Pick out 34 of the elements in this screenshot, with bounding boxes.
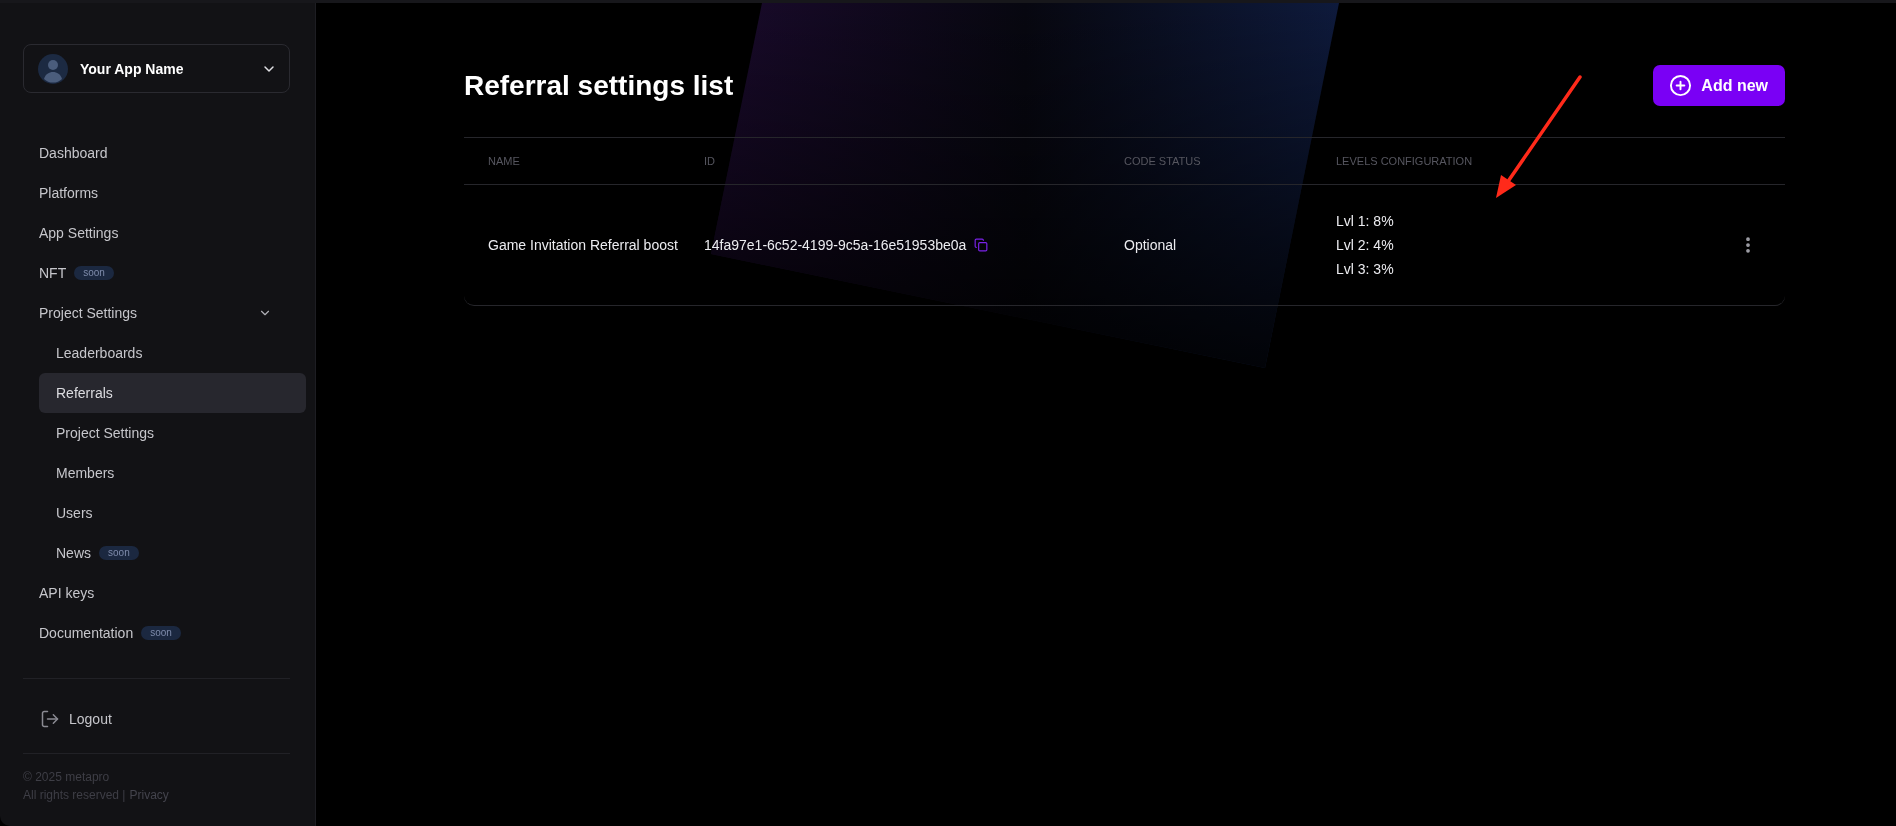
soon-badge: soon <box>99 546 139 560</box>
nav-subitem[interactable]: Referrals <box>39 373 306 413</box>
page-title: Referral settings list <box>464 69 734 102</box>
column-header: ID <box>704 155 715 167</box>
column-header: NAME <box>488 155 520 167</box>
copy-icon[interactable] <box>974 238 989 252</box>
avatar-icon <box>38 53 68 84</box>
add-new-button[interactable]: Add new <box>1653 65 1785 106</box>
nav-item[interactable]: Dashboard <box>23 133 306 173</box>
soon-badge: soon <box>141 626 181 640</box>
nav-subitem[interactable]: Leaderboards <box>39 333 306 373</box>
nav-item[interactable]: Platforms <box>23 173 306 213</box>
nav-subitem[interactable]: News soon <box>39 533 306 573</box>
level-value: Lvl 2: 4% <box>1336 236 1394 255</box>
soon-badge: soon <box>74 266 114 280</box>
nav-item[interactable]: Project Settings <box>23 293 306 333</box>
table-cell: 14fa97e1-6c52-4199-9c5a-16e51953be0a <box>704 237 967 253</box>
nav-item[interactable]: App Settings <box>23 213 306 253</box>
nav-item[interactable]: Documentation soon <box>23 613 306 653</box>
logout-icon <box>40 709 60 729</box>
column-header: LEVELS CONFIGURATION <box>1336 155 1473 167</box>
nav-subitem[interactable]: Members <box>39 453 306 493</box>
nav-item[interactable]: API keys <box>23 573 306 613</box>
table-cell: Game Invitation Referral boost <box>488 237 678 253</box>
nav-item[interactable]: NFT soon <box>23 253 306 293</box>
nav-subitem[interactable]: Project Settings <box>39 413 306 453</box>
app-selector[interactable]: Your App Name <box>23 44 290 93</box>
column-header: CODE STATUS <box>1124 155 1201 167</box>
level-value: Lvl 3: 3% <box>1336 260 1394 279</box>
table-cell: Optional <box>1124 237 1177 253</box>
nav-subitem[interactable]: Users <box>39 493 306 533</box>
level-value: Lvl 1: 8% <box>1336 212 1394 231</box>
logout-button[interactable]: Logout <box>23 699 183 739</box>
plus-circle-icon <box>1669 74 1693 97</box>
